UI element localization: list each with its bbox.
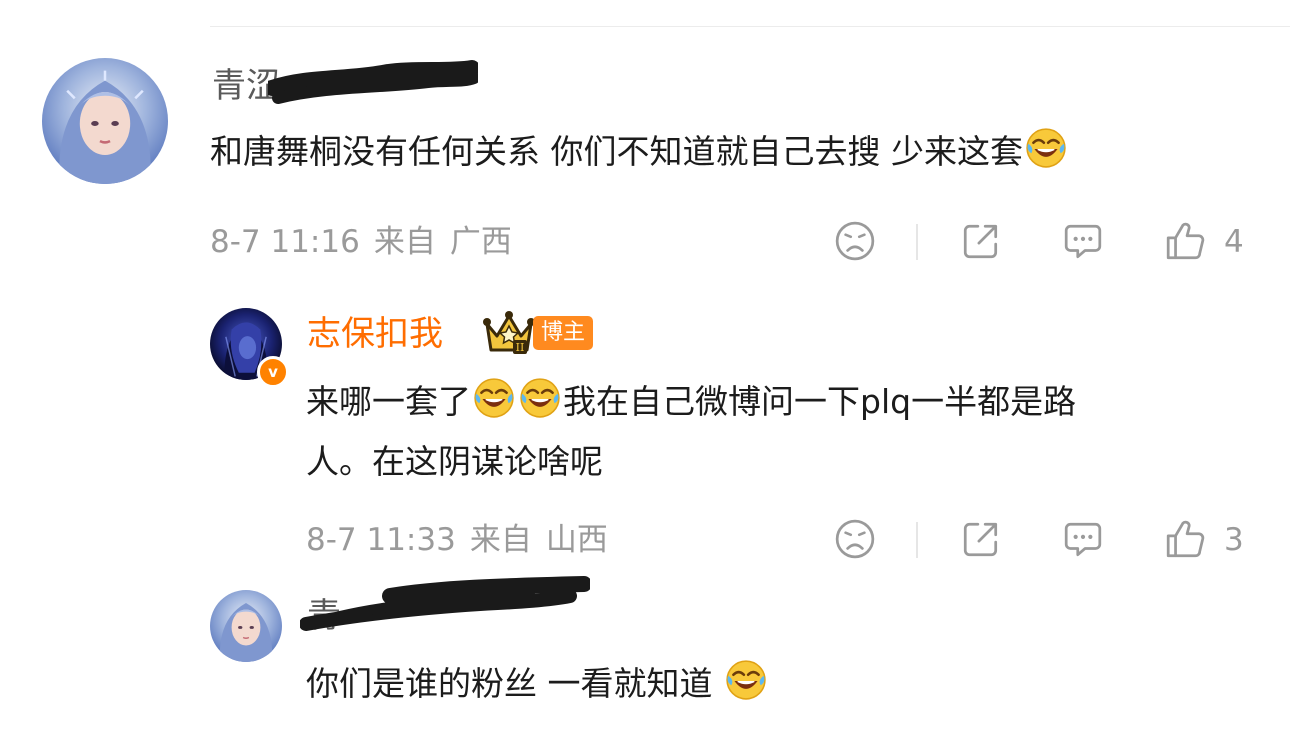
from-label: 来自 bbox=[373, 224, 436, 260]
blogger-badge: II 博主 bbox=[483, 310, 594, 356]
comment-date: 8-7 11:33 bbox=[306, 522, 456, 558]
avatar[interactable] bbox=[42, 58, 168, 184]
share-icon bbox=[960, 220, 1002, 262]
blogger-tag: 博主 bbox=[533, 316, 594, 350]
comment-icon bbox=[1062, 220, 1104, 262]
author-name[interactable]: 志保扣我 bbox=[307, 314, 443, 354]
author-name[interactable]: 青涩 bbox=[212, 66, 280, 106]
like-icon bbox=[1164, 220, 1206, 262]
crown-icon: II bbox=[483, 311, 535, 354]
redaction-scribble bbox=[268, 60, 478, 104]
like-count: 3 bbox=[1224, 522, 1244, 558]
author-name[interactable]: 青 bbox=[307, 596, 341, 636]
like-icon bbox=[1164, 518, 1206, 560]
action-divider bbox=[916, 224, 918, 260]
share-button[interactable] bbox=[958, 218, 1004, 264]
comment-location: 山西 bbox=[545, 522, 608, 558]
dislike-button[interactable] bbox=[832, 516, 878, 562]
dislike-button[interactable] bbox=[832, 218, 878, 264]
comment-meta: 8-7 11:16 来自 广西 bbox=[210, 222, 526, 262]
sad-face-icon bbox=[834, 518, 876, 560]
like-count: 4 bbox=[1224, 224, 1244, 260]
avatar[interactable] bbox=[210, 590, 282, 662]
comment-text-line: 人。在这阴谋论啥呢 bbox=[306, 442, 603, 481]
laughing-tears-emoji bbox=[473, 377, 515, 419]
comment-meta: 8-7 11:33 来自 山西 bbox=[306, 520, 622, 560]
like-button[interactable] bbox=[1162, 218, 1208, 264]
laughing-tears-emoji bbox=[1025, 127, 1067, 169]
comment-text: 来哪一套了 我在自己微博问一下plq一半都是路 人。在这阴谋论啥呢 bbox=[306, 372, 1076, 492]
crown-level: II bbox=[516, 341, 525, 354]
comment-button[interactable] bbox=[1060, 516, 1106, 562]
verified-icon: v bbox=[257, 356, 289, 388]
sad-face-icon bbox=[834, 220, 876, 262]
like-button[interactable] bbox=[1162, 516, 1208, 562]
laughing-tears-emoji bbox=[519, 377, 561, 419]
redaction-scribble bbox=[300, 576, 590, 631]
share-icon bbox=[960, 518, 1002, 560]
comment-text-part: 来哪一套了 bbox=[306, 382, 471, 421]
top-divider bbox=[210, 26, 1290, 27]
action-divider bbox=[916, 522, 918, 558]
comment-text: 和唐舞桐没有任何关系 你们不知道就自己去搜 少来这套 bbox=[210, 122, 1069, 182]
comment-text: 你们是谁的粉丝 一看就知道 bbox=[306, 654, 769, 714]
comment-text-part: 我在自己微博问一下plq一半都是路 bbox=[563, 382, 1077, 421]
comment-text-content: 和唐舞桐没有任何关系 你们不知道就自己去搜 少来这套 bbox=[210, 132, 1023, 171]
comment-date: 8-7 11:16 bbox=[210, 224, 360, 260]
comment-button[interactable] bbox=[1060, 218, 1106, 264]
comment-icon bbox=[1062, 518, 1104, 560]
from-label: 来自 bbox=[469, 522, 532, 558]
comment-text-content: 你们是谁的粉丝 一看就知道 bbox=[306, 664, 713, 703]
comment-location: 广西 bbox=[449, 224, 512, 260]
share-button[interactable] bbox=[958, 516, 1004, 562]
laughing-tears-emoji bbox=[725, 659, 767, 701]
